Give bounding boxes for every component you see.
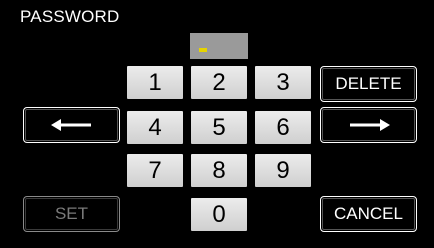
- password-display: [190, 33, 248, 59]
- key-9[interactable]: 9: [255, 154, 311, 187]
- key-6[interactable]: 6: [255, 111, 311, 144]
- key-7[interactable]: 7: [127, 154, 183, 187]
- input-cursor: [199, 48, 207, 52]
- key-8[interactable]: 8: [191, 154, 247, 187]
- key-1[interactable]: 1: [127, 66, 183, 99]
- password-screen: PASSWORD 1 2 3 4 5 6 7 8 9 0 DELETE SET …: [0, 0, 434, 248]
- delete-button[interactable]: DELETE: [320, 66, 417, 102]
- arrow-left-icon: [50, 119, 91, 131]
- key-2[interactable]: 2: [191, 66, 247, 99]
- page-title: PASSWORD: [20, 7, 120, 26]
- cursor-left-button[interactable]: [23, 107, 120, 143]
- key-4[interactable]: 4: [127, 111, 183, 144]
- key-0[interactable]: 0: [191, 198, 247, 231]
- arrow-right-icon: [349, 119, 390, 131]
- key-5[interactable]: 5: [191, 111, 247, 144]
- set-button[interactable]: SET: [23, 196, 120, 232]
- cursor-right-button[interactable]: [320, 107, 417, 143]
- cancel-button[interactable]: CANCEL: [320, 196, 417, 232]
- key-3[interactable]: 3: [255, 66, 311, 99]
